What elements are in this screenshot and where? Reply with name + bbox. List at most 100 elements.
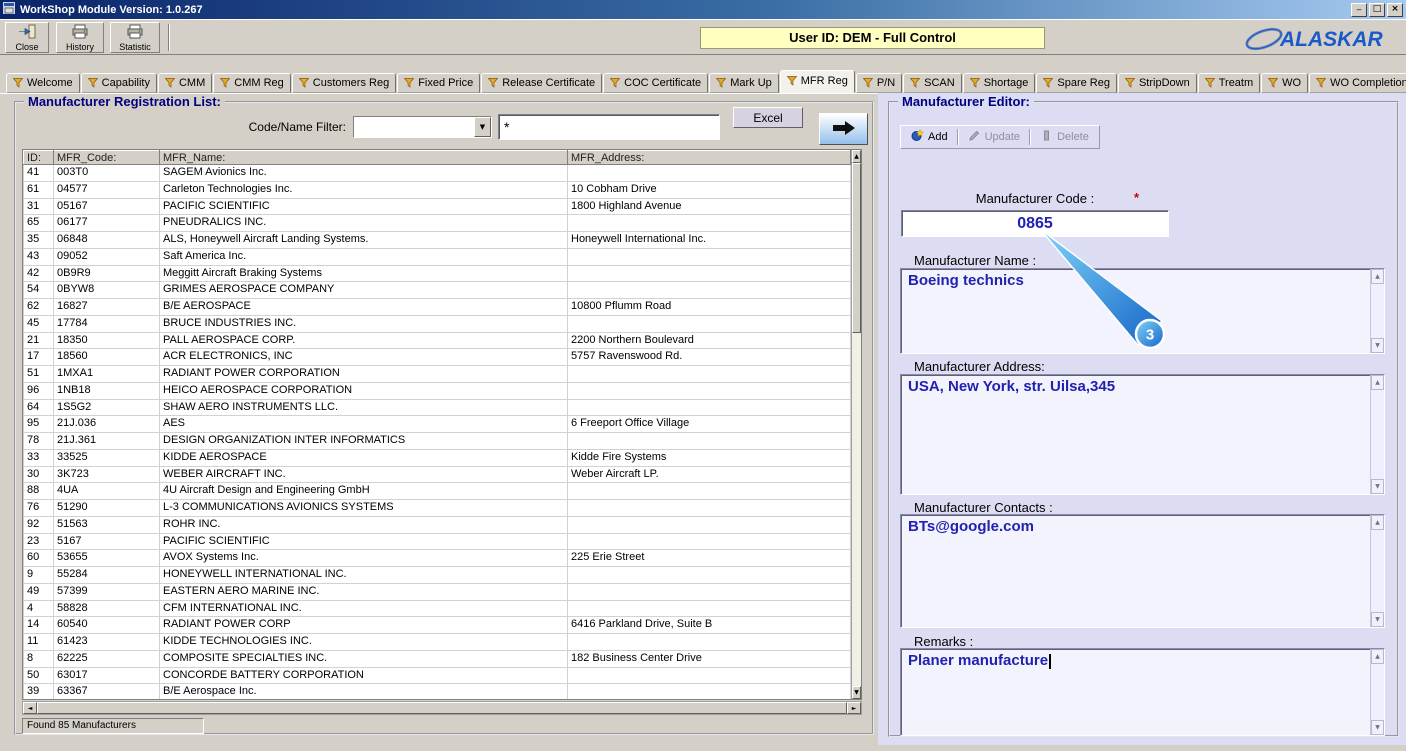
minimize-button[interactable] [1351, 2, 1367, 17]
table-row[interactable]: 51 1MXA1 RADIANT POWER CORPORATION [23, 365, 851, 383]
remarks-field[interactable]: Planer manufacture [900, 648, 1385, 736]
close-window-button[interactable] [1387, 2, 1403, 17]
tab-scan[interactable]: SCAN [903, 73, 962, 93]
horizontal-scrollbar-thumb[interactable] [37, 702, 847, 714]
col-header-mfr-address[interactable]: MFR_Address: [567, 150, 851, 165]
tab-treatm[interactable]: Treatm [1197, 73, 1261, 93]
table-cell: 43 [23, 247, 54, 266]
table-row[interactable]: 78 21J.361 DESIGN ORGANIZATION INTER INFOR… [23, 432, 851, 450]
name-field-scrollbar[interactable] [1370, 269, 1384, 353]
tab-release-certificate[interactable]: Release Certificate [481, 73, 603, 93]
manufacturer-editor-panel: Manufacturer Editor: Add Update Delete M… [888, 94, 1399, 737]
filter-dropdown-input[interactable] [354, 117, 474, 137]
col-header-mfr-name[interactable]: MFR_Name: [159, 150, 568, 165]
table-row[interactable]: 9 55284 HONEYWELL INTERNATIONAL INC. [23, 566, 851, 584]
manufacturer-name-field[interactable]: Boeing technics [900, 268, 1385, 354]
table-row[interactable]: 41 003T0 SAGEM Avionics Inc. [23, 164, 851, 182]
table-horizontal-scrollbar[interactable] [22, 701, 862, 715]
tab-mark-up[interactable]: Mark Up [709, 73, 779, 93]
table-row[interactable]: 39 63367 B/E Aerospace Inc. [23, 683, 851, 699]
table-vertical-scrollbar[interactable] [851, 150, 861, 699]
table-row[interactable]: 17 18560 ACR ELECTRONICS, INC 5757 Ravenswo… [23, 348, 851, 366]
history-button[interactable]: History [56, 22, 104, 53]
table-row[interactable]: 49 57399 EASTERN AERO MARINE INC. [23, 582, 851, 601]
table-row[interactable]: 92 51563 ROHR INC. [23, 515, 851, 534]
tab-mfr-reg[interactable]: MFR Reg [779, 70, 855, 93]
vertical-scrollbar-track[interactable] [852, 333, 861, 686]
code-name-filter-dropdown[interactable] [353, 116, 492, 138]
table-row[interactable]: 14 60540 RADIANT POWER CORP 6416 Parkland D… [23, 616, 851, 634]
tab-customers-reg[interactable]: Customers Reg [291, 73, 397, 93]
statistic-button[interactable]: Statistic [110, 22, 160, 53]
scroll-up-icon[interactable] [1371, 375, 1384, 390]
scroll-right-icon[interactable] [847, 702, 861, 714]
tab-wo[interactable]: WO [1261, 73, 1309, 93]
scroll-up-icon[interactable] [1371, 649, 1384, 664]
scroll-up-icon[interactable] [852, 150, 861, 163]
tab-coc-certificate[interactable]: COC Certificate [603, 73, 709, 93]
scroll-down-icon[interactable] [852, 686, 861, 699]
close-button[interactable]: Close [5, 22, 49, 53]
search-filter-input[interactable] [498, 114, 720, 140]
col-header-mfr-code[interactable]: MFR_Code: [53, 150, 160, 165]
vertical-scrollbar-thumb[interactable] [852, 163, 861, 333]
table-row[interactable]: 95 21J.036 AES 6 Freeport Office Village [23, 415, 851, 433]
table-row[interactable]: 61 04577 Carleton Technologies Inc. 10 Cobh… [23, 180, 851, 199]
manufacturer-contacts-field[interactable]: BTs@google.com [900, 514, 1385, 628]
col-header-id[interactable]: ID: [23, 150, 54, 165]
table-row[interactable]: 23 5167 PACIFIC SCIENTIFIC [23, 532, 851, 551]
table-cell [567, 432, 851, 450]
scroll-down-icon[interactable] [1371, 612, 1384, 627]
table-row[interactable]: 33 33525 KIDDE AEROSPACE Kidde Fire Systems [23, 448, 851, 467]
tab-welcome[interactable]: Welcome [6, 73, 80, 93]
remarks-field-scrollbar[interactable] [1370, 649, 1384, 735]
table-row[interactable]: 76 51290 L-3 COMMUNICATIONS AVIONICS SYSTE… [23, 499, 851, 517]
table-row[interactable]: 65 06177 PNEUDRALICS INC. [23, 214, 851, 232]
remarks-value: Planer manufacture [908, 652, 1049, 669]
scroll-down-icon[interactable] [1371, 720, 1384, 735]
manufacturer-code-field[interactable]: 0865 [901, 210, 1169, 237]
tab-shortage[interactable]: Shortage [962, 73, 1036, 93]
apply-filter-button[interactable] [819, 113, 868, 145]
table-row[interactable]: 11 61423 KIDDE TECHNOLOGIES INC. [23, 633, 851, 651]
table-row[interactable]: 50 63017 CONCORDE BATTERY CORPORATION [23, 666, 851, 685]
tab-cmm[interactable]: CMM [157, 73, 213, 93]
address-field-scrollbar[interactable] [1370, 375, 1384, 494]
manufacturer-address-field[interactable]: USA, New York, str. Uilsa,345 [900, 374, 1385, 495]
table-row[interactable]: 88 4UA 4U Aircraft Design and Engineering … [23, 482, 851, 500]
tab-fixed-price[interactable]: Fixed Price [397, 73, 481, 93]
maximize-button[interactable] [1369, 2, 1385, 17]
table-row[interactable]: 21 18350 PALL AEROSPACE CORP. 2200 Northern… [23, 331, 851, 350]
table-row[interactable]: 30 3K723 WEBER AIRCRAFT INC. Weber Aircraft… [23, 465, 851, 484]
excel-export-button[interactable]: Excel [733, 107, 803, 128]
table-row[interactable]: 43 09052 Saft America Inc. [23, 247, 851, 266]
scroll-up-icon[interactable] [1371, 515, 1384, 530]
table-row[interactable]: 54 0BYW8 GRIMES AEROSPACE COMPANY [23, 281, 851, 299]
scroll-up-icon[interactable] [1371, 269, 1384, 284]
table-row[interactable]: 60 53655 AVOX Systems Inc. 225 Erie Street [23, 549, 851, 567]
table-row[interactable]: 62 16827 B/E AEROSPACE 10800 Pflumm Road [23, 298, 851, 316]
tab-cmm-reg[interactable]: CMM Reg [213, 73, 291, 93]
table-row[interactable]: 45 17784 BRUCE INDUSTRIES INC. [23, 314, 851, 333]
dropdown-arrow-icon[interactable] [474, 117, 491, 137]
table-row[interactable]: 35 06848 ALS, Honeywell Aircraft Landing S… [23, 231, 851, 249]
tab-wo-completion[interactable]: WO Completion [1309, 73, 1406, 93]
table-row[interactable]: 96 1NB18 HEICO AEROSPACE CORPORATION [23, 381, 851, 400]
delete-button[interactable]: Delete [1035, 127, 1094, 147]
scroll-left-icon[interactable] [23, 702, 37, 714]
scroll-down-icon[interactable] [1371, 479, 1384, 494]
add-button[interactable]: Add [906, 127, 953, 147]
table-row[interactable]: 8 62225 COMPOSITE SPECIALTIES INC. 182 Busi… [23, 649, 851, 668]
tab-label: WO [1282, 76, 1302, 89]
update-button[interactable]: Update [963, 127, 1025, 147]
tab-stripdown[interactable]: StripDown [1117, 73, 1197, 93]
tab-p-n[interactable]: P/N [855, 73, 903, 93]
tab-capability[interactable]: Capability [80, 73, 157, 93]
table-row[interactable]: 42 0B9R9 Meggitt Aircraft Braking Systems [23, 264, 851, 283]
table-row[interactable]: 31 05167 PACIFIC SCIENTIFIC 1800 Highland A… [23, 197, 851, 216]
table-row[interactable]: 64 1S5G2 SHAW AERO INSTRUMENTS LLC. [23, 398, 851, 417]
tab-spare-reg[interactable]: Spare Reg [1036, 73, 1117, 93]
table-row[interactable]: 4 58828 CFM INTERNATIONAL INC. [23, 599, 851, 618]
contacts-field-scrollbar[interactable] [1370, 515, 1384, 627]
scroll-down-icon[interactable] [1371, 338, 1384, 353]
